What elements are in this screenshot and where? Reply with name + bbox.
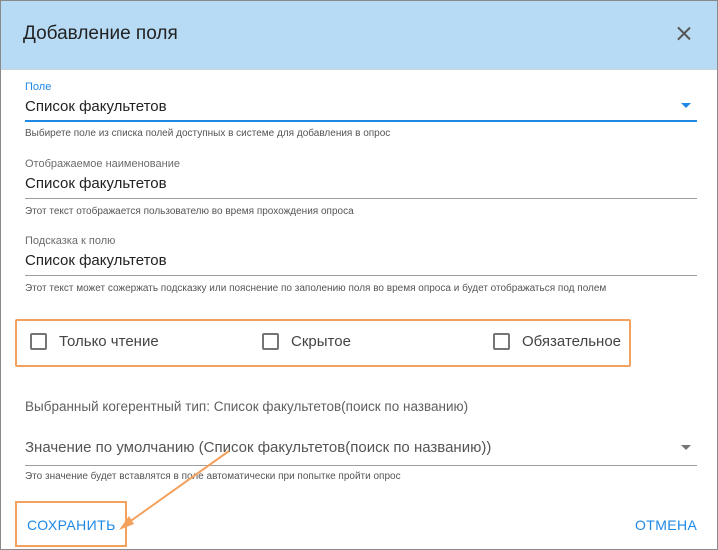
readonly-checkbox[interactable]: Только чтение <box>30 333 159 350</box>
field-select-hint: Выбирете поле из списка полей доступных … <box>25 128 391 139</box>
display-name-hint: Этот текст отображается пользователю во … <box>25 206 354 217</box>
display-name-label: Отображаемое наименование <box>25 158 180 170</box>
field-select-underline <box>25 120 697 122</box>
default-value-underline <box>25 465 697 466</box>
default-value-placeholder: Значение по умолчанию (Список факультето… <box>25 439 492 456</box>
tooltip-hint: Этот текст может сожержать подсказку или… <box>25 283 607 294</box>
checkbox-icon[interactable] <box>493 333 510 350</box>
tooltip-value: Список факультетов <box>25 252 167 269</box>
checkbox-icon[interactable] <box>262 333 279 350</box>
readonly-label: Только чтение <box>59 333 159 350</box>
dialog-header: Добавление поля <box>1 1 717 70</box>
dialog-title: Добавление поля <box>23 23 178 44</box>
coherent-type-text: Выбранный когерентный тип: Список факуль… <box>25 399 469 414</box>
required-checkbox[interactable]: Обязательное <box>493 333 621 350</box>
default-value-select[interactable]: Значение по умолчанию (Список факультето… <box>25 439 697 466</box>
hidden-checkbox[interactable]: Скрытое <box>262 333 351 350</box>
default-value-hint: Это значение будет вставлятся в поле авт… <box>25 471 401 482</box>
field-select-label: Поле <box>25 81 52 93</box>
checkbox-group-highlight: Только чтение Скрытое Обязательное <box>15 319 631 367</box>
add-field-dialog: Добавление поля Поле Список факультетов … <box>0 0 718 550</box>
tooltip-underline <box>25 275 697 276</box>
display-name-underline <box>25 198 697 199</box>
required-label: Обязательное <box>522 333 622 350</box>
save-button[interactable]: СОХРАНИТЬ <box>27 517 116 533</box>
hidden-label: Скрытое <box>291 333 351 350</box>
chevron-down-icon[interactable] <box>681 445 691 450</box>
chevron-down-icon[interactable] <box>681 103 691 108</box>
close-icon[interactable] <box>673 23 695 45</box>
tooltip-label: Подсказка к полю <box>25 235 116 247</box>
cancel-button[interactable]: ОТМЕНА <box>635 517 697 533</box>
field-select[interactable]: Поле Список факультетов <box>25 81 697 122</box>
checkbox-icon[interactable] <box>30 333 47 350</box>
field-select-value: Список факультетов <box>25 98 167 115</box>
tooltip-input[interactable]: Подсказка к полю Список факультетов <box>25 235 697 276</box>
display-name-input[interactable]: Отображаемое наименование Список факульт… <box>25 158 697 199</box>
display-name-value: Список факультетов <box>25 175 167 192</box>
